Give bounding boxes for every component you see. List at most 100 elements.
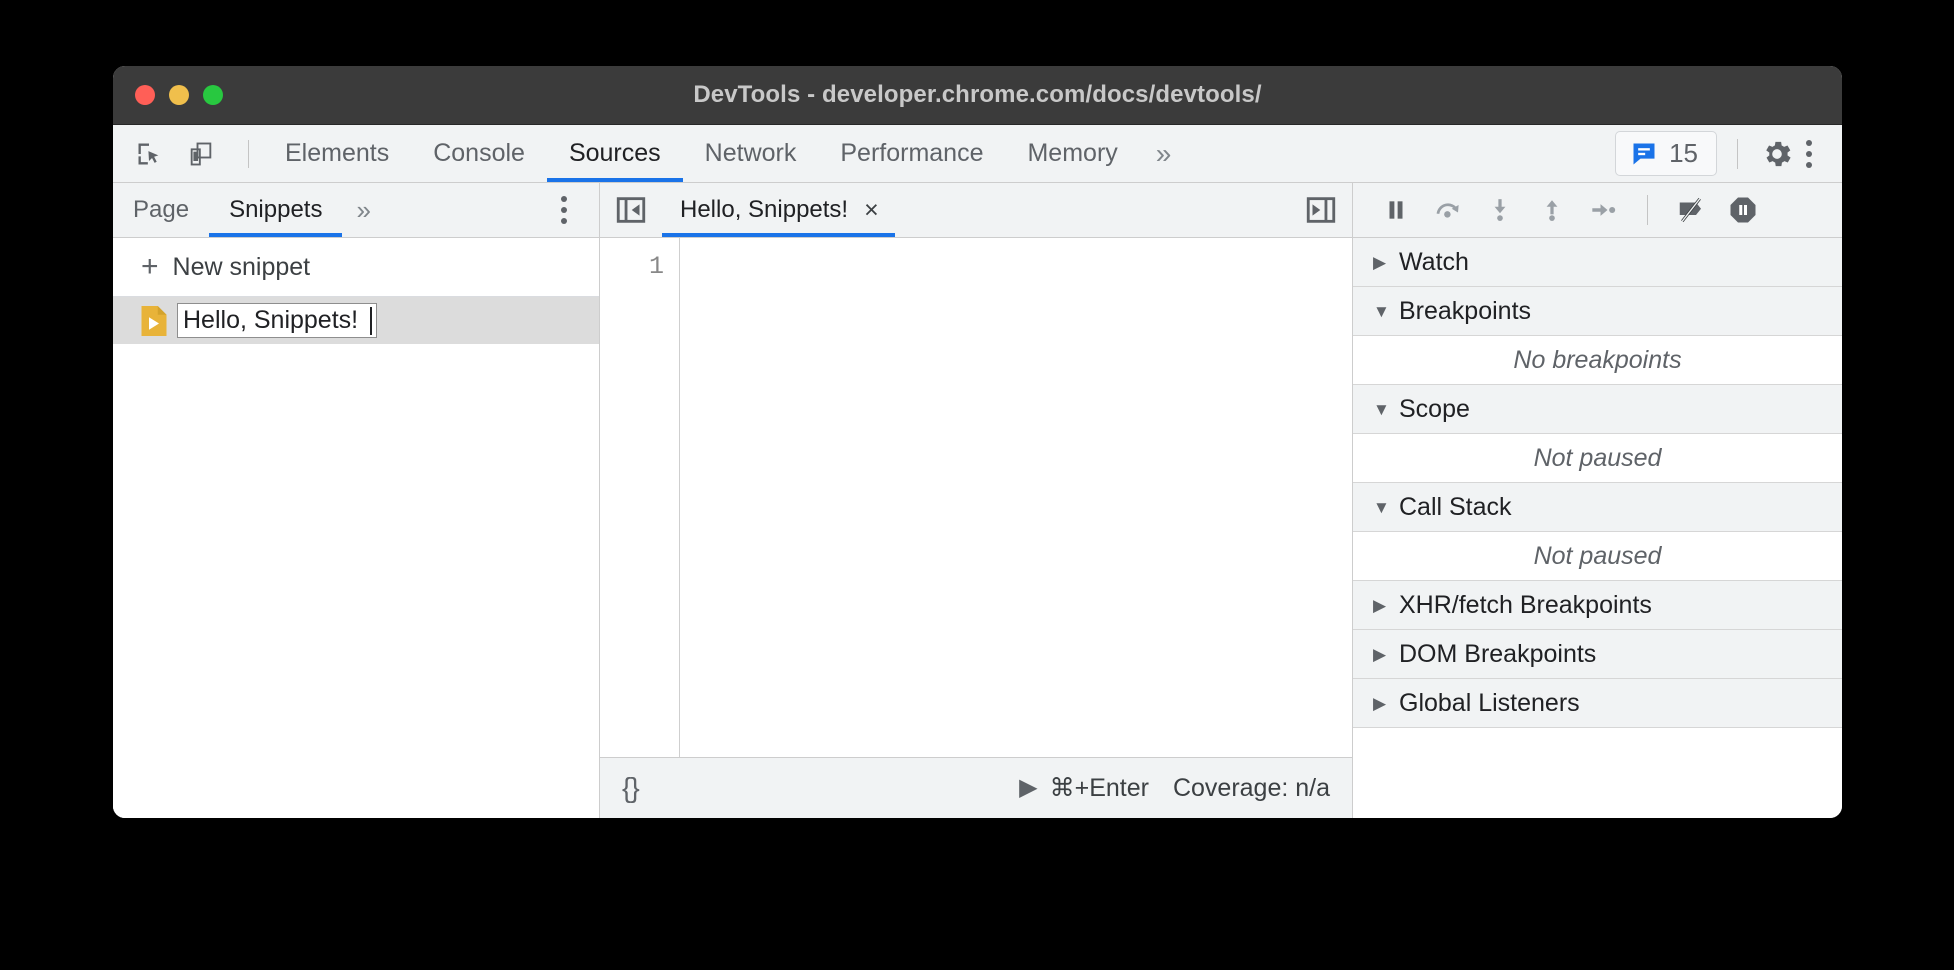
new-snippet-label: New snippet [173, 253, 311, 282]
snippet-rename-field-wrap: Hello, Snippets! [177, 303, 377, 339]
settings-button[interactable] [1758, 135, 1796, 173]
scope-empty-state: Not paused [1353, 434, 1842, 483]
kebab-dot [1806, 140, 1812, 146]
snippet-rename-input[interactable]: Hello, Snippets! [177, 303, 377, 339]
section-global-listeners[interactable]: ▶ Global Listeners [1353, 679, 1842, 728]
call-stack-empty-state: Not paused [1353, 532, 1842, 581]
expand-debugger-icon [1304, 193, 1338, 227]
tab-sources[interactable]: Sources [547, 125, 683, 182]
toolbar-divider [248, 140, 249, 168]
step-over-button[interactable] [1429, 191, 1467, 229]
section-dom-breakpoints[interactable]: ▶ DOM Breakpoints [1353, 630, 1842, 679]
section-xhr-fetch-breakpoints-label: XHR/fetch Breakpoints [1399, 591, 1652, 620]
toolbar-right-group: 15 [1615, 131, 1842, 176]
main-menu-button[interactable] [1796, 132, 1822, 176]
nav-tab-snippets-label: Snippets [229, 196, 322, 224]
navigator-tabbar: Page Snippets » [113, 183, 599, 238]
section-global-listeners-label: Global Listeners [1399, 689, 1580, 718]
tab-memory[interactable]: Memory [1005, 125, 1139, 182]
text-caret [370, 307, 372, 335]
run-shortcut-label[interactable]: ⌘+Enter [1050, 773, 1149, 803]
section-scope-label: Scope [1399, 395, 1470, 424]
debugger-toolbar [1353, 183, 1842, 238]
snippet-list-item[interactable]: Hello, Snippets! [113, 297, 599, 344]
tab-console[interactable]: Console [411, 125, 547, 182]
code-editor[interactable]: 1 [600, 238, 1352, 757]
issues-message-icon [1630, 140, 1658, 168]
step-icon [1590, 196, 1618, 224]
editor-tab-label: Hello, Snippets! [680, 196, 848, 224]
debugger-sections: ▶ Watch ▼ Breakpoints No breakpoints ▼ S… [1353, 238, 1842, 818]
kebab-dot [561, 196, 567, 202]
tab-performance[interactable]: Performance [818, 125, 1005, 182]
code-text-area[interactable] [680, 238, 1352, 757]
section-watch-label: Watch [1399, 248, 1469, 277]
deactivate-breakpoints-icon [1676, 195, 1706, 225]
section-xhr-fetch-breakpoints[interactable]: ▶ XHR/fetch Breakpoints [1353, 581, 1842, 630]
pause-on-exceptions-button[interactable] [1724, 191, 1762, 229]
deactivate-breakpoints-button[interactable] [1672, 191, 1710, 229]
gear-icon [1760, 137, 1794, 171]
section-breakpoints-label: Breakpoints [1399, 297, 1531, 326]
tab-elements-label: Elements [285, 139, 389, 168]
navigator-more-tabs-icon[interactable]: » [342, 195, 384, 226]
tab-elements[interactable]: Elements [263, 125, 411, 182]
main-toolbar: Elements Console Sources Network Perform… [113, 125, 1842, 183]
close-window-button[interactable] [135, 85, 155, 105]
device-toolbar-button[interactable] [182, 135, 220, 173]
collapse-navigator-button[interactable] [609, 188, 653, 232]
new-snippet-button[interactable]: + New snippet [113, 238, 599, 297]
navigator-pane: Page Snippets » + New snippet [113, 183, 600, 818]
tab-performance-label: Performance [840, 139, 983, 168]
step-into-button[interactable] [1481, 191, 1519, 229]
kebab-dot [561, 207, 567, 213]
run-snippet-icon[interactable]: ▶ [1019, 776, 1037, 800]
nav-tab-page[interactable]: Page [113, 183, 209, 237]
screenshot-root: DevTools - developer.chrome.com/docs/dev… [0, 0, 1954, 970]
toolbar-left-icons [113, 135, 263, 173]
maximize-window-button[interactable] [203, 85, 223, 105]
pretty-print-button[interactable]: {} [622, 772, 639, 804]
navigator-menu-button[interactable] [551, 188, 577, 232]
editor-statusbar-right: ▶ ⌘+Enter Coverage: n/a [1019, 773, 1330, 803]
tab-memory-label: Memory [1027, 139, 1117, 168]
chevron-down-icon: ▼ [1373, 401, 1387, 418]
editor-tab-snippet[interactable]: Hello, Snippets! × [662, 183, 895, 237]
section-call-stack[interactable]: ▼ Call Stack [1353, 483, 1842, 532]
close-icon[interactable]: × [864, 198, 879, 223]
snippets-list: + New snippet Hello, Snippets! [113, 238, 599, 818]
editor-statusbar: {} ▶ ⌘+Enter Coverage: n/a [600, 757, 1352, 818]
section-watch[interactable]: ▶ Watch [1353, 238, 1842, 287]
sources-panel: Page Snippets » + New snippet [113, 183, 1842, 818]
section-breakpoints[interactable]: ▼ Breakpoints [1353, 287, 1842, 336]
step-into-icon [1487, 197, 1513, 223]
step-button[interactable] [1585, 191, 1623, 229]
minimize-window-button[interactable] [169, 85, 189, 105]
line-number: 1 [600, 252, 664, 282]
tab-network[interactable]: Network [683, 125, 819, 182]
nav-tab-snippets[interactable]: Snippets [209, 183, 342, 237]
collapse-navigator-icon [614, 193, 648, 227]
panel-tabs: Elements Console Sources Network Perform… [263, 125, 1187, 182]
tab-console-label: Console [433, 139, 525, 168]
pause-on-exceptions-icon [1728, 195, 1758, 225]
chevron-down-icon: ▼ [1373, 499, 1387, 516]
snippet-file-icon [141, 306, 167, 336]
step-out-button[interactable] [1533, 191, 1571, 229]
breakpoints-empty-state: No breakpoints [1353, 336, 1842, 385]
chevron-right-icon: ▶ [1373, 597, 1387, 614]
more-panels-icon[interactable]: » [1140, 125, 1188, 182]
section-scope[interactable]: ▼ Scope [1353, 385, 1842, 434]
inspect-element-button[interactable] [130, 135, 168, 173]
issues-counter-button[interactable]: 15 [1615, 131, 1717, 176]
window-titlebar: DevTools - developer.chrome.com/docs/dev… [113, 66, 1842, 125]
plus-icon: + [141, 252, 159, 282]
window-title: DevTools - developer.chrome.com/docs/dev… [113, 81, 1842, 109]
editor-pane: Hello, Snippets! × 1 [600, 183, 1353, 818]
nav-tab-page-label: Page [133, 196, 189, 224]
section-dom-breakpoints-label: DOM Breakpoints [1399, 640, 1596, 669]
pause-script-button[interactable] [1377, 191, 1415, 229]
step-over-icon [1433, 195, 1463, 225]
toolbar-right-divider [1737, 139, 1738, 169]
expand-debugger-button[interactable] [1299, 188, 1343, 232]
